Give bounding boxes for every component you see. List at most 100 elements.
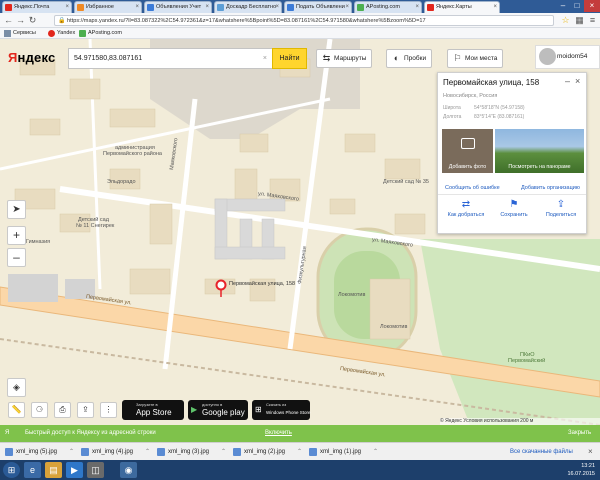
copyright-bar[interactable]: © Яндекс Условия использования 200 м [440, 418, 600, 425]
tab-label: Объявления Учет [156, 4, 202, 10]
menu-icon[interactable]: ≡ [587, 15, 598, 26]
chevron-up-icon[interactable]: ⌃ [373, 445, 378, 459]
chevron-up-icon[interactable]: ⌃ [69, 445, 74, 459]
close-tab-icon[interactable]: × [135, 2, 139, 13]
more-button[interactable]: ⋮ [100, 402, 117, 418]
yandex-favicon-icon [5, 4, 12, 11]
label-kindergarten-name: № 11 Снегирек [76, 223, 115, 229]
bookmark-yandex[interactable]: Yandex [57, 28, 75, 39]
download-item[interactable]: xml_img (5).jpg ⌃ [4, 445, 74, 459]
tab-label: Доскадр Бесплатно [226, 4, 277, 10]
system-clock[interactable]: 13:21 16.07.2015 [567, 462, 595, 478]
google-play-badge[interactable]: ▶ доступно в Google play [188, 400, 248, 420]
bookmark-services[interactable]: Сервисы [13, 28, 36, 39]
download-item[interactable]: xml_img (4).jpg ⌃ [80, 445, 150, 459]
star-icon[interactable]: ☆ [560, 15, 571, 26]
minimize-icon[interactable]: – [556, 0, 570, 12]
place-subtitle: Новосибирск, Россия [443, 93, 498, 99]
close-tab-icon[interactable]: × [493, 2, 497, 13]
tab-yandex-mail[interactable]: Яндекс.Почта × [2, 1, 72, 13]
close-downloads-icon[interactable]: × [588, 445, 593, 459]
appstore-big: App Store [136, 408, 172, 417]
promo-close-link[interactable]: Закрыть [568, 425, 591, 442]
address-bar[interactable]: 🔒 https://maps.yandex.ru/?ll=83.087322%2… [54, 15, 554, 26]
tab-ads[interactable]: Объявления Учет × [144, 1, 212, 13]
tab-aposting[interactable]: APosting.com × [354, 1, 422, 13]
directions-action[interactable]: ⇄ Как добраться [442, 199, 490, 218]
routes-button[interactable]: ⇆ Маршруты [316, 49, 373, 68]
reload-icon[interactable]: ↻ [27, 15, 38, 26]
close-tab-icon[interactable]: × [205, 2, 209, 13]
zoom-out-button[interactable]: – [7, 248, 26, 267]
close-tab-icon[interactable]: × [415, 2, 419, 13]
tab-yandex-maps[interactable]: Яндекс.Карты × [424, 1, 500, 13]
traffic-icon: ◐ [393, 53, 400, 63]
folder-icon[interactable]: ▤ [45, 462, 62, 478]
clear-icon[interactable]: × [263, 49, 267, 68]
ruler-button[interactable]: 📏 [8, 402, 25, 418]
bookmark-icon: ⚑ [509, 199, 519, 210]
tab-board[interactable]: Доскадр Бесплатно × [214, 1, 282, 13]
download-item[interactable]: xml_img (3).jpg ⌃ [156, 445, 226, 459]
download-item[interactable]: xml_img (1).jpg ⌃ [308, 445, 378, 459]
chevron-up-icon[interactable]: ⌃ [297, 445, 302, 459]
chevron-up-icon[interactable]: ⌃ [145, 445, 150, 459]
search-input[interactable]: 54.971580,83.087161 × [68, 48, 276, 69]
avatar[interactable] [539, 48, 556, 65]
report-error-link[interactable]: Сообщить об ошибке [445, 185, 500, 191]
tab-post-ad[interactable]: Подать Объявлени × [284, 1, 352, 13]
tab-label: Подать Объявлени [296, 4, 345, 10]
traffic-label: Пробки [404, 55, 427, 62]
browser-tab-strip: Яндекс.Почта × Избранное × Объявления Уч… [0, 0, 600, 13]
windows-store-badge[interactable]: ⊞ Скачать из Windows Phone Store [252, 400, 311, 420]
minimize-card-icon[interactable]: – [565, 76, 570, 86]
chrome-icon[interactable]: ◉ [120, 462, 137, 478]
back-icon[interactable]: ← [3, 15, 14, 26]
add-org-link[interactable]: Добавить организацию [521, 185, 580, 191]
panorama-button[interactable]: ⚆ [31, 402, 48, 418]
app-store-badge[interactable]: Загрузите в App Store [122, 400, 184, 420]
yandex-bookmark-icon [48, 30, 55, 37]
print-button[interactable]: ⎙ [54, 402, 71, 418]
chevron-up-icon[interactable]: ⌃ [221, 445, 226, 459]
app-icon[interactable]: ◫ [87, 462, 104, 478]
close-card-icon[interactable]: × [575, 76, 580, 86]
save-action[interactable]: ⚑ Сохранить [490, 199, 538, 218]
side-road [88, 39, 102, 290]
add-photo-tile[interactable]: Добавить фото [442, 129, 493, 173]
places-label: Мои места [465, 55, 498, 62]
window-close-icon[interactable]: × [584, 0, 600, 12]
camera-icon [461, 138, 475, 149]
tab-favorites[interactable]: Избранное × [74, 1, 142, 13]
share-map-button[interactable]: ⇪ [77, 402, 94, 418]
share-icon: ⇪ [556, 199, 566, 210]
layers-button[interactable]: ◈ [7, 378, 26, 397]
extension-icon[interactable]: ▦ [574, 15, 585, 26]
my-places-button[interactable]: ⚐ Мои места [447, 49, 504, 68]
all-downloads-link[interactable]: Все скачанные файлы [510, 445, 573, 459]
bookmark-icon: ⚐ [453, 53, 462, 63]
logo-letter: Я [8, 50, 18, 65]
start-icon[interactable]: ⊞ [3, 462, 20, 478]
close-tab-icon[interactable]: × [345, 2, 349, 13]
download-item[interactable]: xml_img (2).jpg ⌃ [232, 445, 302, 459]
media-icon[interactable]: ▶ [66, 462, 83, 478]
bookmark-aposting[interactable]: APosting.com [88, 28, 122, 39]
promo-enable-link[interactable]: Включить [265, 425, 292, 442]
maximize-icon[interactable]: □ [570, 0, 584, 12]
label-eldorado: Эльдорадо [107, 179, 136, 185]
download-label: xml_img (1).jpg [320, 449, 362, 455]
promo-text: Быстрый доступ к Яндексу из адресной стр… [25, 430, 156, 436]
panorama-tile[interactable]: Посмотреть на панораме [495, 129, 584, 173]
traffic-button[interactable]: ◐ Пробки [386, 49, 433, 68]
yandex-logo[interactable]: Яндекс [8, 50, 55, 65]
forward-icon[interactable]: → [15, 15, 26, 26]
share-action[interactable]: ⇪ Поделиться [537, 199, 585, 218]
my-location-button[interactable]: ➤ [7, 200, 26, 219]
ie-icon[interactable]: e [24, 462, 41, 478]
zoom-in-button[interactable]: + [7, 226, 26, 245]
close-tab-icon[interactable]: × [65, 2, 69, 13]
find-button[interactable]: Найти [272, 48, 307, 69]
close-tab-icon[interactable]: × [275, 2, 279, 13]
more-icon: ⋮ [104, 405, 113, 414]
